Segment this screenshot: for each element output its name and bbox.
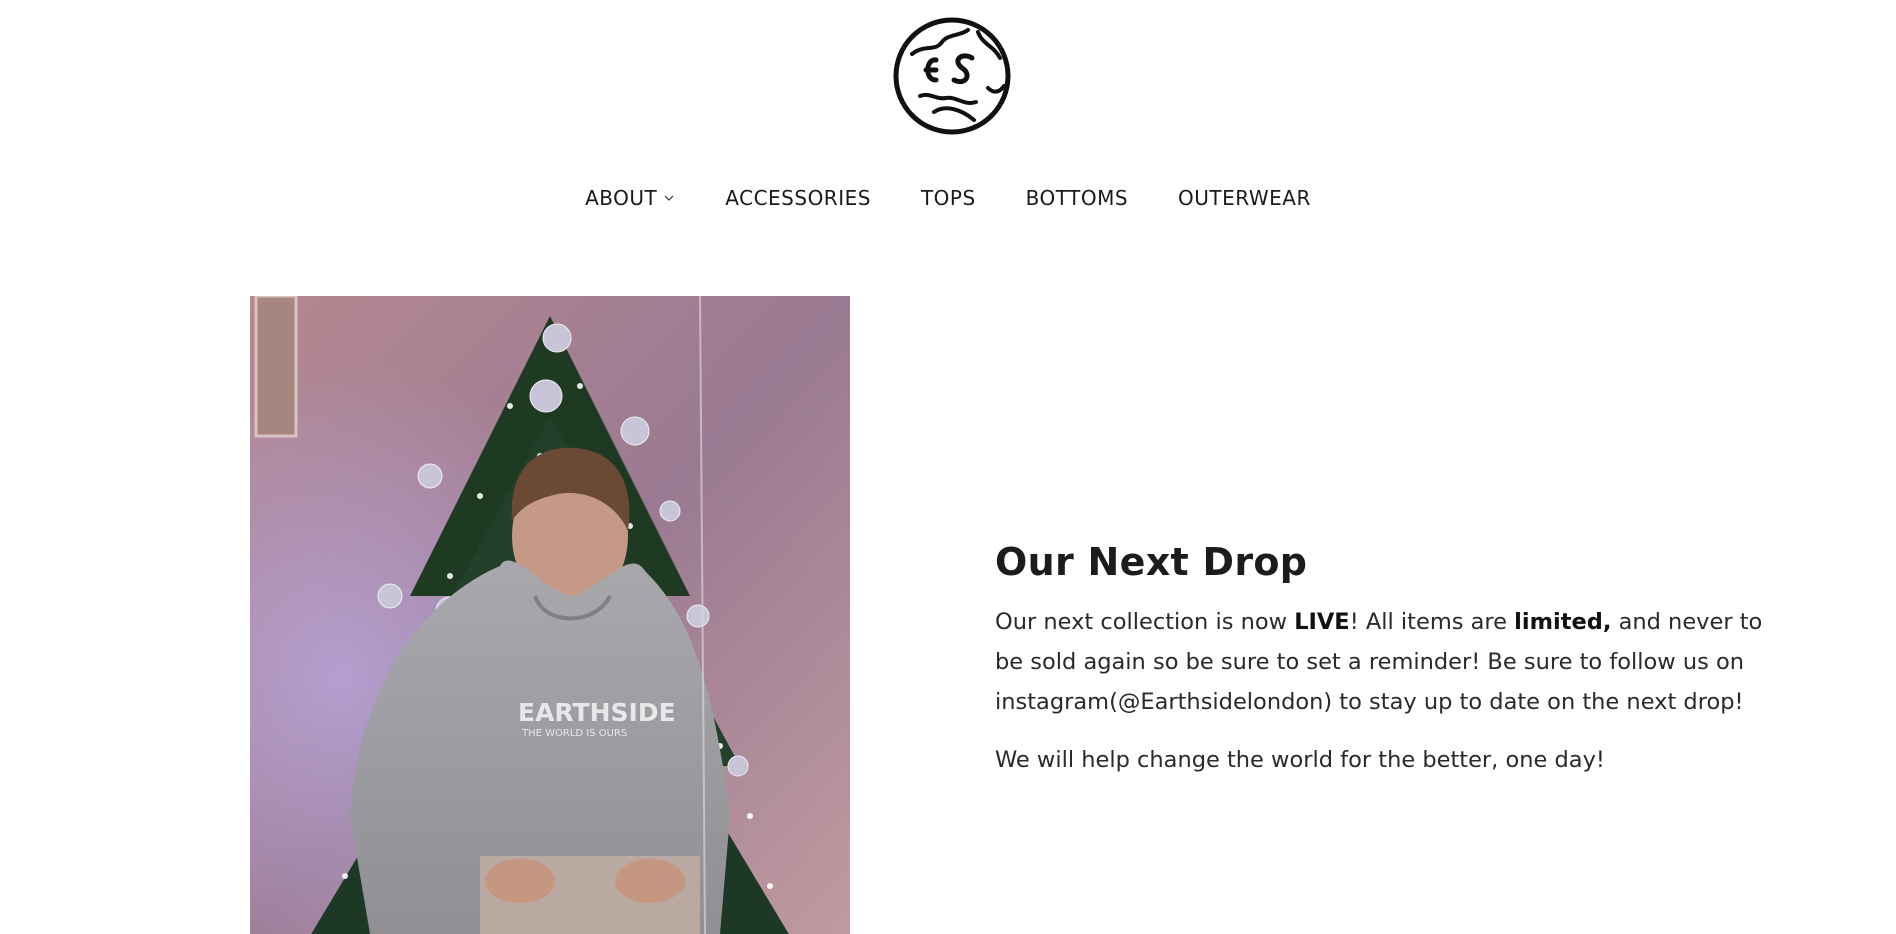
hoodie-sub-text: THE WORLD IS OURS xyxy=(521,728,627,739)
feature-paragraph-1: Our next collection is now LIVE! All ite… xyxy=(995,602,1765,722)
para-text: Our next collection is now xyxy=(995,609,1295,635)
hoodie-brand-text: EARTHSIDE xyxy=(518,698,676,727)
earthside-globe-logo-icon xyxy=(893,17,1011,135)
nav-item-outerwear[interactable]: OUTERWEAR xyxy=(1178,186,1311,210)
nav-item-label: ACCESSORIES xyxy=(725,186,871,210)
logo-icon[interactable] xyxy=(890,14,1014,138)
para-text: ! All items are xyxy=(1349,609,1515,635)
feature-paragraph-2: We will help change the world for the be… xyxy=(995,747,1605,773)
nav-item-label: TOPS xyxy=(920,186,976,210)
main-nav: ABOUT ACCESSORIES TOPS BOTTOMS OUTERWEAR xyxy=(0,186,1896,210)
nav-item-bottoms[interactable]: BOTTOMS xyxy=(1026,186,1128,210)
nav-item-tops[interactable]: TOPS xyxy=(921,186,976,210)
page: ABOUT ACCESSORIES TOPS BOTTOMS OUTERWEAR xyxy=(0,0,1896,934)
hero-image: EARTHSIDE THE WORLD IS OURS xyxy=(250,296,850,934)
para-bold-limited: limited, xyxy=(1514,609,1612,635)
section-title: Our Next Drop xyxy=(995,540,1308,584)
nav-item-label: ABOUT xyxy=(585,186,658,210)
chevron-down-icon xyxy=(664,195,674,201)
feature-text-block: Our Next Drop Our next collection is now… xyxy=(995,540,1765,780)
nav-item-accessories[interactable]: ACCESSORIES xyxy=(725,186,871,210)
nav-item-label: OUTERWEAR xyxy=(1178,186,1311,210)
christmas-tree-hoodie-photo: EARTHSIDE THE WORLD IS OURS xyxy=(250,296,850,934)
nav-item-about[interactable]: ABOUT xyxy=(585,186,675,210)
para-bold-live: LIVE xyxy=(1294,609,1350,635)
nav-item-label: BOTTOMS xyxy=(1025,186,1129,210)
